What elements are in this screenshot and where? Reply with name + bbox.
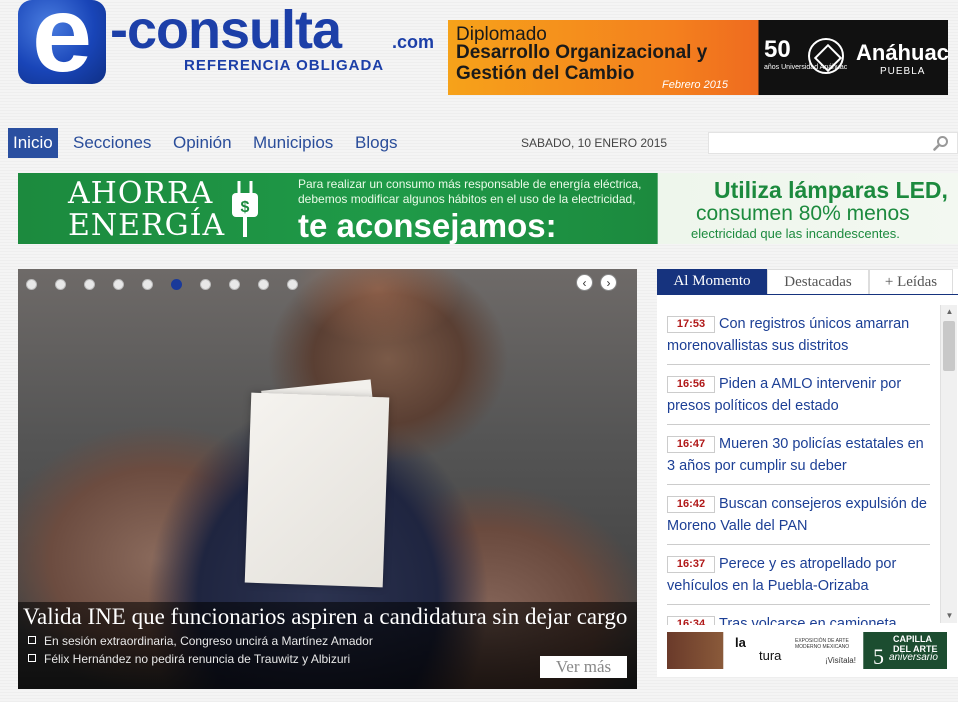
slider-dot[interactable] [84, 279, 95, 290]
nav-inicio[interactable]: Inicio [8, 128, 58, 158]
ad-date: Febrero 2015 [662, 79, 729, 91]
slider-dot[interactable] [287, 279, 298, 290]
banner-big-text: te aconsejamos: [298, 207, 557, 244]
top-ad-banner[interactable]: Diplomado Desarrollo Organizacional y Ge… [448, 20, 949, 95]
svg-text:$: $ [241, 199, 250, 216]
logo-e-letter: e [31, 0, 93, 84]
news-sidebar: Al Momento Destacadas + Leídas 17:53 Con … [657, 269, 958, 677]
slider-dot[interactable] [113, 279, 124, 290]
logo-tagline: REFERENCIA OBLIGADA [184, 57, 385, 74]
news-time-badge: 16:42 [667, 496, 715, 513]
news-item[interactable]: 16:42 Buscan consejeros expulsión de More… [667, 485, 930, 545]
ad-brand-sub: PUEBLA [880, 66, 926, 77]
tab-destacadas[interactable]: Destacadas [767, 269, 869, 294]
ad-la: la [735, 635, 746, 650]
university-crest-icon [808, 38, 844, 74]
news-time-badge: 16:34 [667, 616, 715, 625]
main-nav: Inicio Secciones Opinión Municipios Blog… [0, 128, 958, 158]
ad-capilla: CAPILLA DEL ARTE [893, 634, 938, 654]
tab-underline [657, 294, 958, 295]
slide-related-link[interactable]: En sesión extraordinaria, Congreso uncir… [28, 634, 373, 648]
ad-fifty: 50 [764, 36, 791, 63]
sidebar-ad-banner[interactable]: la tura EXPOSICIÓN DE ARTE MODERNO MEXIC… [667, 632, 947, 669]
news-list: 17:53 Con registros únicos amarran moreno… [667, 305, 930, 625]
slider-dot[interactable] [258, 279, 269, 290]
search-input[interactable] [708, 132, 958, 154]
news-item[interactable]: 16:37 Perece y es atropellado por vehícul… [667, 545, 930, 605]
nav-municipios[interactable]: Municipios [248, 128, 338, 158]
slide-headline[interactable]: Valida INE que funcionarios aspiren a ca… [23, 604, 627, 630]
ad-visitala: ¡Visítala! [825, 656, 856, 665]
nav-opinion[interactable]: Opinión [168, 128, 237, 158]
logo-com: .com [392, 32, 435, 52]
banner-small-text: Para realizar un consumo más responsable… [298, 177, 642, 206]
slider-prev-button[interactable]: ‹ [576, 274, 593, 291]
ad-tura: tura [759, 648, 782, 663]
banner-right-2: consumen 80% menos [696, 202, 910, 225]
site-logo[interactable]: e -consulta .com REFERENCIA OBLIGADA [18, 0, 438, 90]
plug-icon: $ [232, 181, 258, 237]
search-icon[interactable] [933, 135, 949, 151]
scroll-down-icon[interactable]: ▼ [941, 609, 958, 623]
news-time-badge: 16:47 [667, 436, 715, 453]
slide-related-link[interactable]: Félix Hernández no pedirá renuncia de Tr… [28, 652, 350, 666]
slider-dot[interactable] [200, 279, 211, 290]
news-item[interactable]: 16:34 Tras volcarse en camioneta [667, 605, 930, 625]
nav-blogs[interactable]: Blogs [350, 128, 403, 158]
news-item[interactable]: 16:56 Piden a AMLO intervenir por presos … [667, 365, 930, 425]
news-headline[interactable]: Tras volcarse en camioneta [719, 616, 897, 625]
slider-dot[interactable] [26, 279, 37, 290]
banner-energia: ENERGÍA [68, 208, 226, 243]
news-item[interactable]: 16:47 Mueren 30 policías estatales en 3 a… [667, 425, 930, 485]
energy-ad-banner[interactable]: AHORRA ENERGÍA $ Para realizar un consum… [18, 173, 958, 244]
current-date: SABADO, 10 ENERO 2015 [521, 136, 668, 150]
slide-photo-ballot [244, 392, 390, 588]
ad-info: EXPOSICIÓN DE ARTE MODERNO MEXICANO [795, 638, 850, 650]
logo-wordmark: -consulta [110, 0, 342, 60]
ad-aniversario: aniversario [889, 652, 938, 663]
ad-five: 5 [873, 644, 884, 669]
slider-dot[interactable] [171, 279, 182, 290]
news-item[interactable]: 17:53 Con registros únicos amarran moreno… [667, 305, 930, 365]
tab-mas-leidas[interactable]: + Leídas [869, 269, 953, 294]
slide-caption: Valida INE que funcionarios aspiren a ca… [18, 602, 637, 689]
news-scrollbar[interactable]: ▲ ▼ [940, 305, 957, 623]
banner-right-1: Utiliza lámparas LED, [714, 177, 948, 203]
news-time-badge: 16:56 [667, 376, 715, 393]
banner-right-3: electricidad que las incandescentes. [691, 226, 900, 241]
tab-al-momento[interactable]: Al Momento [657, 269, 767, 294]
ad-brand: Anáhuac [856, 40, 949, 65]
news-time-badge: 17:53 [667, 316, 715, 333]
featured-slider[interactable]: ‹ › Valida INE que funcionarios aspiren … [18, 269, 637, 689]
news-time-badge: 16:37 [667, 556, 715, 573]
ad-line-3: Gestión del Cambio [456, 63, 635, 84]
slider-next-button[interactable]: › [600, 274, 617, 291]
slider-dot[interactable] [55, 279, 66, 290]
nav-secciones[interactable]: Secciones [68, 128, 156, 158]
ver-mas-button[interactable]: Ver más [540, 656, 627, 678]
site-header: e -consulta .com REFERENCIA OBLIGADA Dip… [0, 0, 958, 120]
slider-dot[interactable] [142, 279, 153, 290]
banner-ahorra: AHORRA [68, 176, 214, 211]
scroll-up-icon[interactable]: ▲ [941, 305, 958, 319]
slider-dot[interactable] [229, 279, 240, 290]
scroll-thumb[interactable] [943, 321, 955, 371]
ad-line-2: Desarrollo Organizacional y [456, 42, 708, 63]
logo-e-badge: e [18, 0, 106, 84]
